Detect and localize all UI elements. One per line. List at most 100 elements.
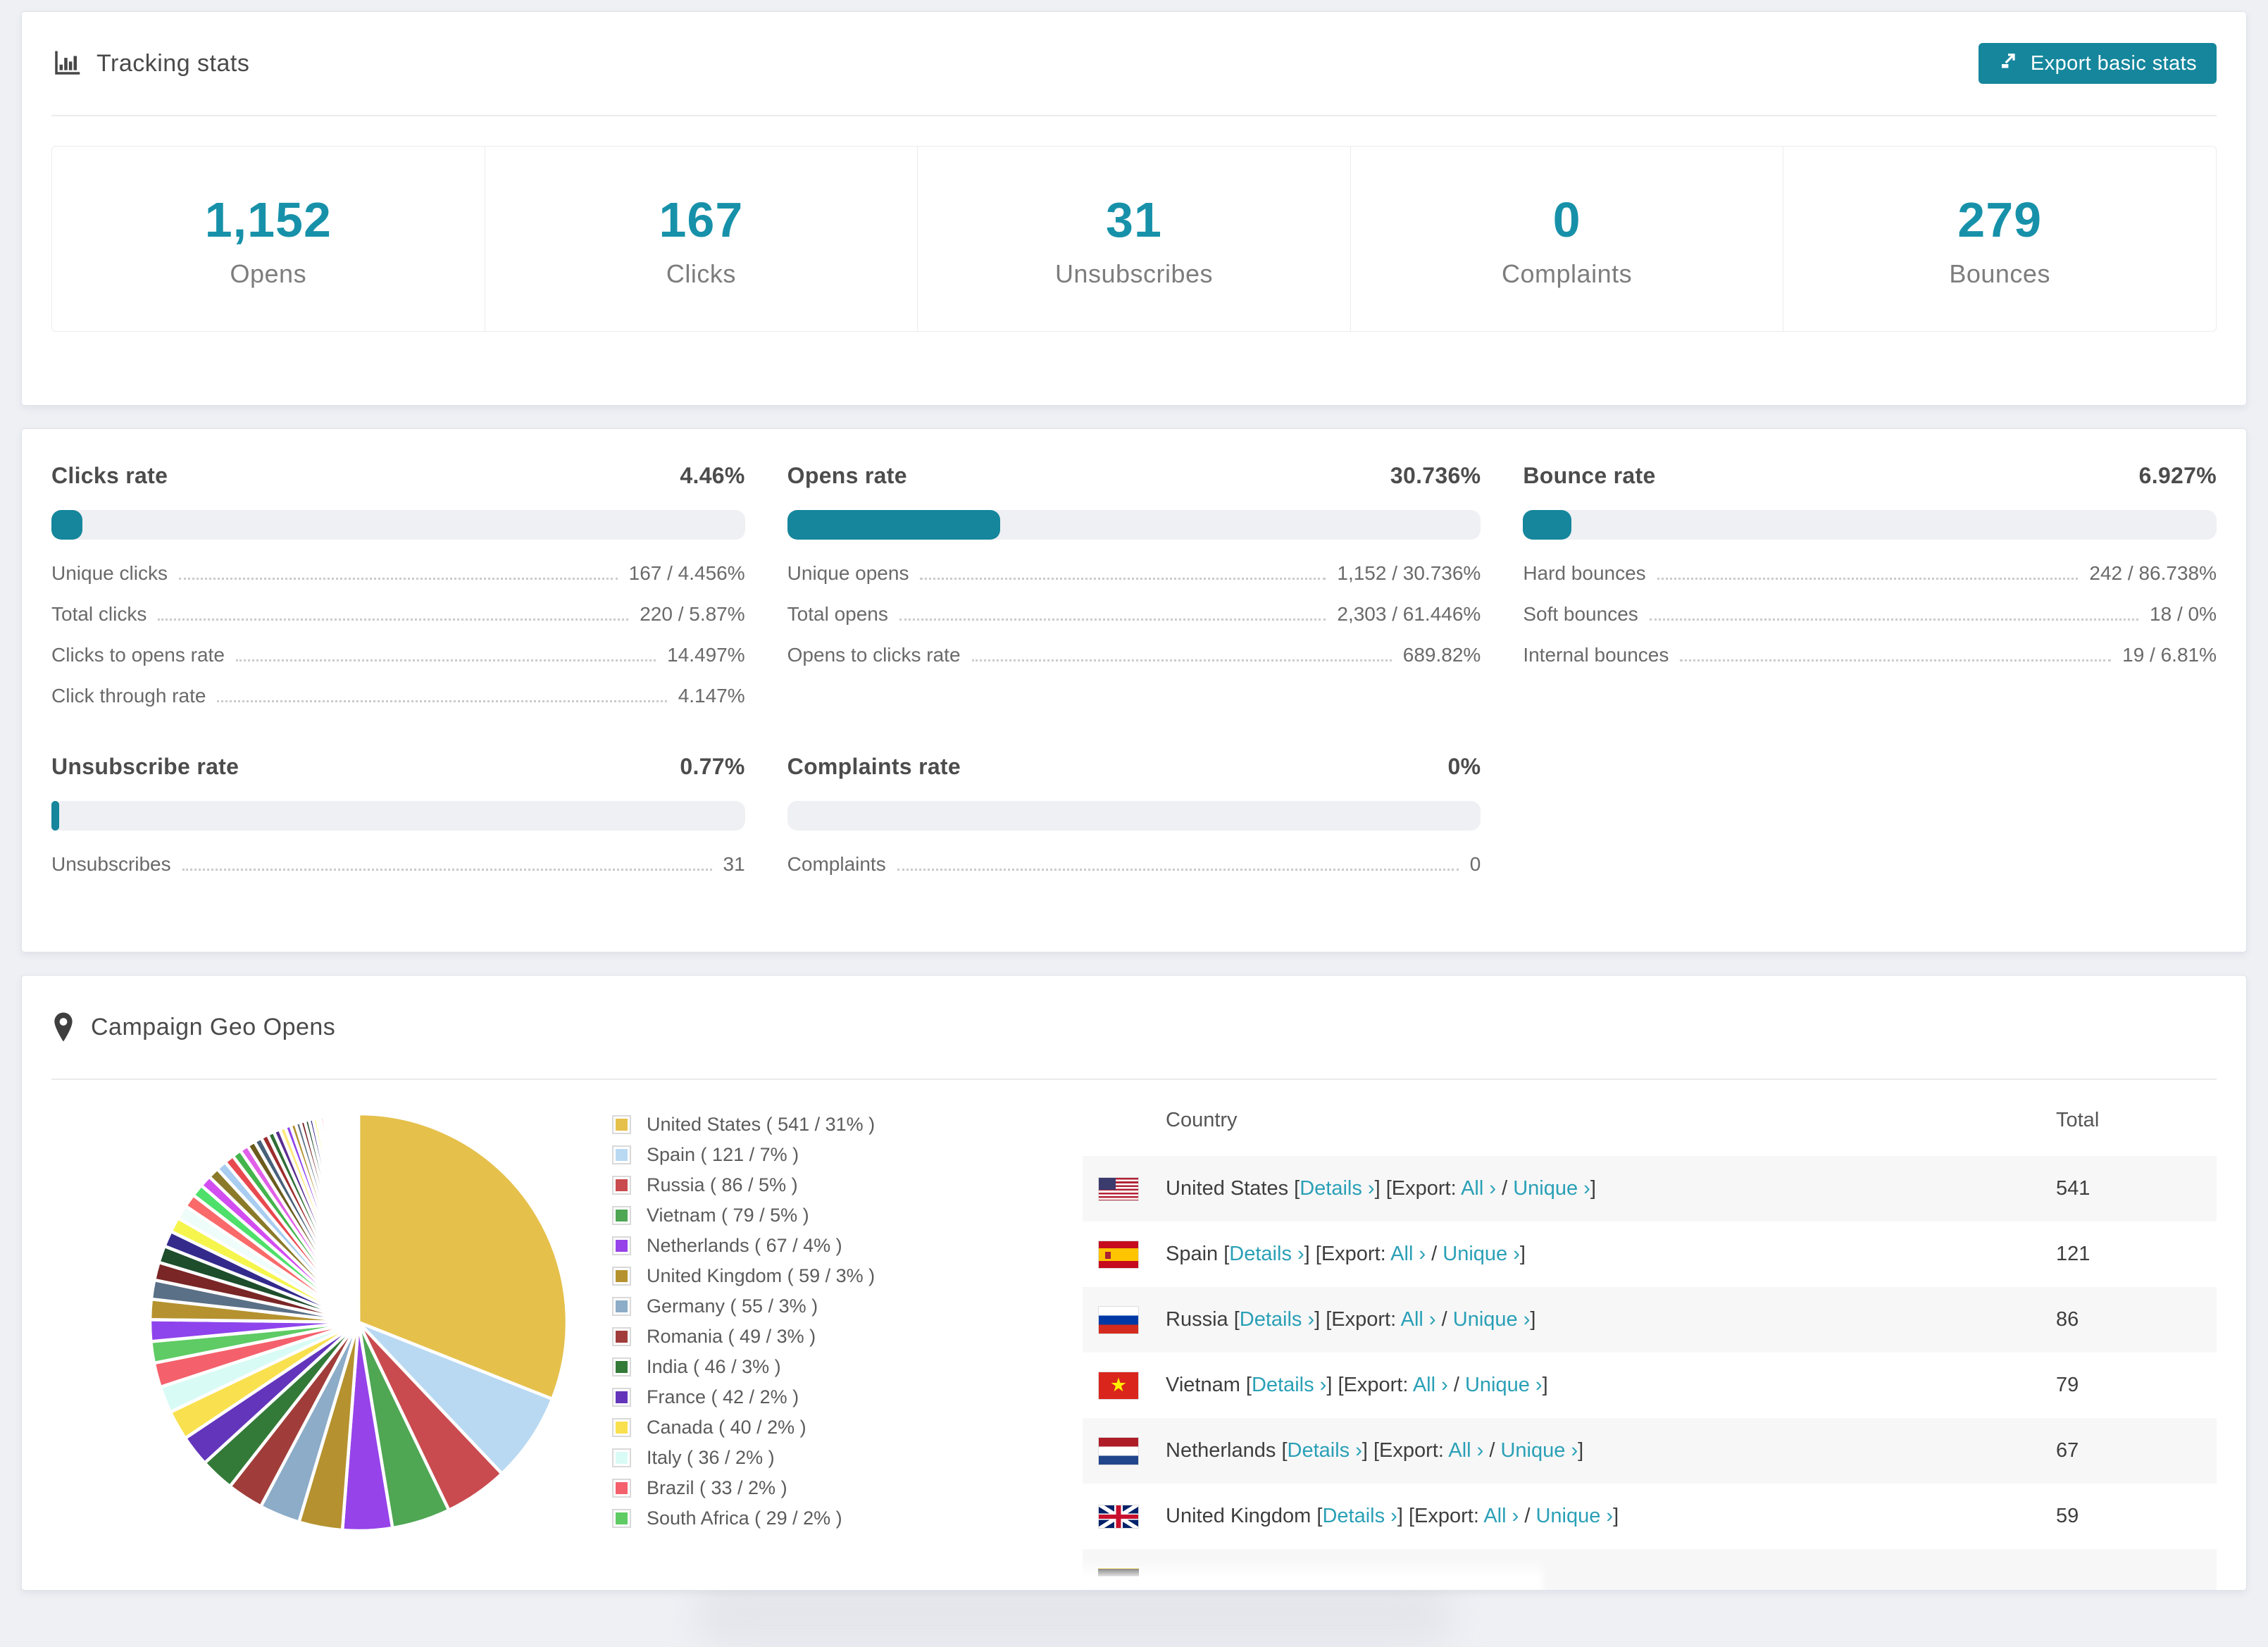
export-unique-link[interactable]: Unique › bbox=[1535, 1505, 1613, 1527]
legend-label: United States ( 541 / 31% ) bbox=[647, 1114, 876, 1135]
stat-label: Unsubscribes bbox=[1054, 259, 1214, 288]
export-all-link[interactable]: All › bbox=[1448, 1439, 1483, 1462]
rate-value: 0.77% bbox=[680, 754, 745, 779]
details-link[interactable]: Details › bbox=[1300, 1177, 1374, 1200]
legend-item: Brazil ( 33 / 2% ) bbox=[612, 1477, 1083, 1499]
tracking-stats-header: Tracking stats Export basic stats bbox=[51, 12, 2217, 116]
legend-label: France ( 42 / 2% ) bbox=[647, 1386, 799, 1407]
export-all-link[interactable]: All › bbox=[1390, 1243, 1426, 1265]
progress-bar bbox=[1523, 510, 2217, 540]
rate-section-unsubscribe-rate: Unsubscribe rate 0.77% Unsubscribes 31 bbox=[51, 754, 745, 876]
legend-item: United States ( 541 / 31% ) bbox=[612, 1114, 1083, 1136]
rate-row-value: 689.82% bbox=[1402, 644, 1481, 666]
export-all-link[interactable]: All › bbox=[1413, 1374, 1448, 1396]
rate-title: Unsubscribe rate bbox=[51, 754, 239, 779]
stat-box-bounces: 279 Bounces bbox=[1783, 147, 2216, 331]
stats-summary-row: 1,152 Opens 167 Clicks 31 Unsubscribes 0 Compla… bbox=[51, 146, 2217, 332]
export-unique-link[interactable]: Unique › bbox=[1465, 1374, 1543, 1396]
total-value: 541 bbox=[2056, 1177, 2091, 1200]
dotted-leader bbox=[1649, 619, 2139, 621]
rates-card: Clicks rate 4.46% Unique clicks 167 / 4.456… bbox=[21, 428, 2247, 952]
rate-value: 30.736% bbox=[1390, 463, 1481, 488]
legend-swatch bbox=[612, 1115, 631, 1134]
tracking-stats-card: Tracking stats Export basic stats 1,152 O… bbox=[21, 11, 2247, 406]
progress-bar-fill bbox=[51, 510, 82, 540]
rate-value: 4.46% bbox=[680, 463, 745, 488]
rate-row-label: Complaints bbox=[787, 853, 886, 875]
rate-row-label: Opens to clicks rate bbox=[787, 644, 961, 666]
export-basic-stats-button[interactable]: Export basic stats bbox=[1978, 43, 2217, 84]
progress-bar-fill bbox=[787, 510, 1001, 540]
progress-bar bbox=[51, 510, 745, 540]
details-link[interactable]: Details › bbox=[1229, 1243, 1304, 1265]
details-link[interactable]: Details › bbox=[1252, 1374, 1326, 1396]
geo-content: United States ( 541 / 31% ) Spain ( 121 /… bbox=[22, 1080, 2246, 1590]
rate-row-value: 242 / 86.738% bbox=[2089, 562, 2217, 584]
legend-swatch bbox=[612, 1418, 631, 1437]
legend-item: Canada ( 40 / 2% ) bbox=[612, 1417, 1083, 1438]
geo-title: Campaign Geo Opens bbox=[91, 1013, 336, 1040]
table-row-nl: Netherlands [Details ›] [Export: All › /… bbox=[1083, 1418, 2217, 1484]
column-header-country: Country bbox=[1166, 1108, 1238, 1131]
export-all-link[interactable]: All › bbox=[1401, 1308, 1436, 1331]
legend-swatch bbox=[612, 1206, 631, 1225]
export-all-link[interactable]: All › bbox=[1461, 1177, 1496, 1200]
country-name: United States bbox=[1166, 1177, 1295, 1200]
rate-row-value: 1,152 / 30.736% bbox=[1337, 562, 1481, 584]
legend-swatch bbox=[612, 1448, 631, 1467]
rate-row: Unique clicks 167 / 4.456% bbox=[51, 562, 745, 585]
progress-bar-fill bbox=[1523, 510, 1571, 540]
rate-row-label: Unsubscribes bbox=[51, 853, 171, 875]
table-row-es: Spain [Details ›] [Export: All › / Uniqu… bbox=[1083, 1222, 2217, 1287]
legend-label: Brazil ( 33 / 2% ) bbox=[647, 1477, 787, 1498]
dotted-leader bbox=[899, 619, 1326, 621]
rate-title: Bounce rate bbox=[1523, 463, 1656, 488]
progress-bar bbox=[787, 801, 1481, 831]
rates-grid: Clicks rate 4.46% Unique clicks 167 / 4.456… bbox=[51, 463, 2217, 876]
total-value: 121 bbox=[2056, 1243, 2091, 1265]
legend-item: Romania ( 49 / 3% ) bbox=[612, 1326, 1083, 1348]
flag-icon-nl bbox=[1098, 1436, 1139, 1465]
country-name: United Kingdom bbox=[1166, 1505, 1317, 1527]
export-unique-link[interactable]: Unique › bbox=[1453, 1308, 1531, 1331]
details-link[interactable]: Details › bbox=[1288, 1439, 1362, 1462]
legend-label: Canada ( 40 / 2% ) bbox=[647, 1417, 806, 1438]
legend-label: Netherlands ( 67 / 4% ) bbox=[647, 1235, 842, 1256]
dotted-leader bbox=[971, 659, 1392, 661]
details-link[interactable]: Details › bbox=[1322, 1505, 1397, 1527]
export-unique-link[interactable]: Unique › bbox=[1443, 1243, 1520, 1265]
rate-row-label: Total opens bbox=[787, 603, 888, 625]
rate-row-value: 2,303 / 61.446% bbox=[1337, 603, 1481, 625]
export-unique-link[interactable]: Unique › bbox=[1500, 1439, 1578, 1462]
dotted-leader bbox=[920, 578, 1326, 580]
rate-row-label: Click through rate bbox=[51, 685, 206, 707]
dotted-leader bbox=[178, 578, 618, 580]
rate-section-complaints-rate: Complaints rate 0% Complaints 0 bbox=[787, 754, 1481, 876]
legend-item: France ( 42 / 2% ) bbox=[612, 1386, 1083, 1408]
rate-row: Internal bounces 19 / 6.81% bbox=[1523, 644, 2217, 666]
rate-row-value: 31 bbox=[723, 853, 745, 875]
flag-icon-us bbox=[1098, 1176, 1139, 1201]
rate-row-value: 18 / 0% bbox=[2150, 603, 2217, 625]
legend-item: Italy ( 36 / 2% ) bbox=[612, 1447, 1083, 1469]
details-link[interactable]: Details › bbox=[1240, 1308, 1314, 1331]
pie-slice-other bbox=[356, 1112, 361, 1324]
rate-row-label: Internal bounces bbox=[1523, 644, 1669, 666]
pie-legend: United States ( 541 / 31% ) Spain ( 121 /… bbox=[612, 1114, 1083, 1538]
dotted-leader bbox=[235, 659, 656, 661]
export-all-link[interactable]: All › bbox=[1483, 1505, 1519, 1527]
dotted-leader bbox=[897, 869, 1459, 871]
rate-row: Hard bounces 242 / 86.738% bbox=[1523, 562, 2217, 585]
dotted-leader bbox=[158, 619, 629, 621]
rate-row-label: Clicks to opens rate bbox=[51, 644, 225, 666]
flag-icon-ru bbox=[1098, 1305, 1139, 1334]
stat-label: Opens bbox=[230, 259, 307, 288]
legend-item: Vietnam ( 79 / 5% ) bbox=[612, 1205, 1083, 1226]
rate-row-label: Unique opens bbox=[787, 562, 909, 584]
export-unique-link[interactable]: Unique › bbox=[1513, 1177, 1590, 1200]
legend-label: United Kingdom ( 59 / 3% ) bbox=[647, 1265, 876, 1286]
progress-bar bbox=[51, 801, 745, 831]
table-row-gb: United Kingdom [Details ›] [Export: All … bbox=[1083, 1484, 2217, 1549]
geo-opens-table: Country Total United States [Details ›] [E… bbox=[1083, 1084, 2217, 1590]
flag-icon-de bbox=[1098, 1567, 1139, 1577]
